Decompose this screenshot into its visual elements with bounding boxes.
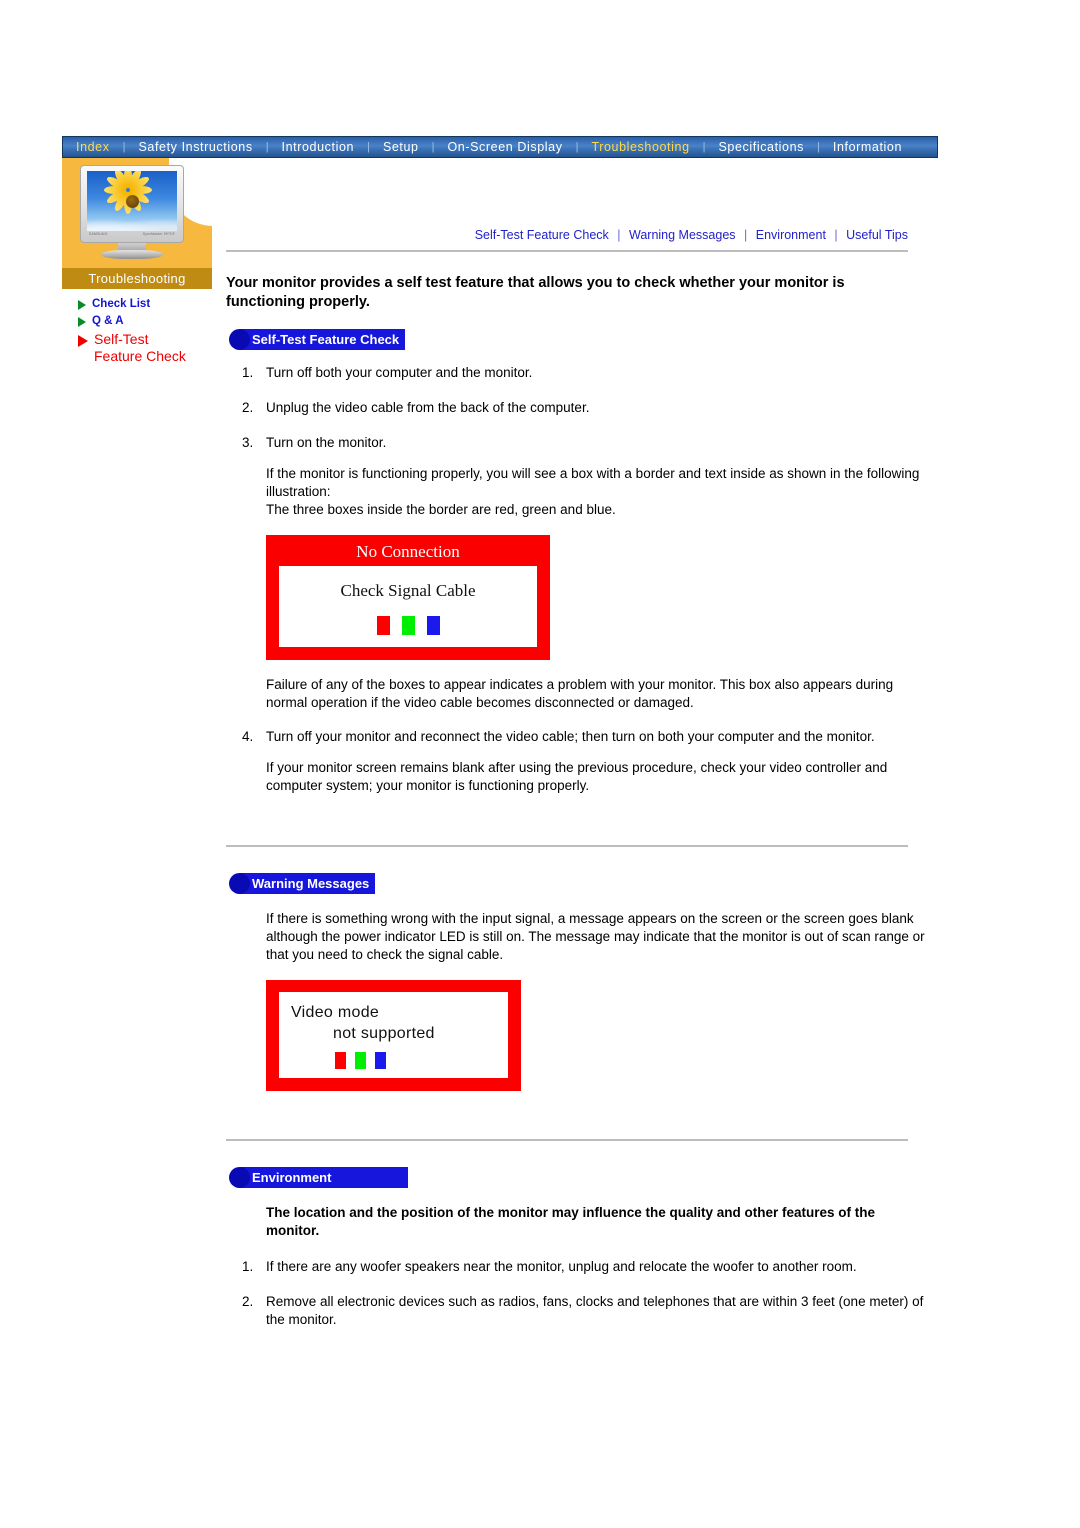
badge-circle-icon [229, 1167, 250, 1188]
list-item: Turn on the monitor. [242, 434, 938, 452]
self-test-step-list-continued: Turn off your monitor and reconnect the … [226, 728, 938, 746]
self-test-step-list: Turn off both your computer and the moni… [226, 364, 938, 452]
badge-bar: Environment [240, 1167, 408, 1188]
nav-item-on-screen-display[interactable]: On-Screen Display [434, 137, 575, 157]
sidebar: SAMSUNG SyncMaster 997DF Troubleshooting… [62, 158, 213, 368]
section-badge-warning-messages: Warning Messages [229, 873, 376, 894]
monitor-thumbnail-icon: SAMSUNG SyncMaster 997DF [80, 165, 184, 261]
sunflower-icon [104, 171, 155, 224]
no-connection-illustration: No Connection Check Signal Cable [266, 535, 550, 660]
rgb-swatch-row [291, 1052, 496, 1069]
sidebar-item-label: Self-Test Feature Check [94, 331, 186, 364]
sidebar-item-label: Q & A [92, 315, 124, 327]
warning-messages-body: If there is something wrong with the inp… [266, 911, 925, 962]
red-swatch [376, 616, 390, 635]
illustration-message: Check Signal Cable [340, 581, 476, 600]
section-badge-self-test-feature-check: Self-Test Feature Check [229, 329, 406, 350]
self-test-after-illustration: Failure of any of the boxes to appear in… [266, 677, 894, 710]
self-test-note-a: If the monitor is functioning properly, … [266, 466, 920, 499]
triangle-bullet-icon [78, 317, 86, 327]
badge-bar: Self-Test Feature Check [240, 329, 406, 350]
nav-item-introduction[interactable]: Introduction [269, 137, 368, 157]
monitor-screen [87, 171, 177, 231]
rgb-swatch-row [289, 616, 527, 635]
environment-item-list: If there are any woofer speakers near th… [226, 1258, 938, 1329]
divider-top [226, 250, 908, 252]
monitor-brand-text: SAMSUNG [89, 232, 108, 236]
list-item: Remove all electronic devices such as ra… [242, 1293, 924, 1327]
list-item: If there are any woofer speakers near th… [242, 1258, 857, 1276]
badge-label: Environment [252, 1170, 332, 1185]
nav-item-specifications[interactable]: Specifications [705, 137, 817, 157]
subnav-link-warning-messages[interactable]: Warning Messages [629, 228, 736, 242]
red-swatch [335, 1052, 346, 1069]
sidebar-thumbnail-panel: SAMSUNG SyncMaster 997DF [62, 158, 213, 268]
illustration-inner-box: Video mode not supported [279, 992, 508, 1078]
sidebar-item-q-and-a[interactable]: Q & A [62, 314, 212, 331]
nav-item-index[interactable]: Index [63, 137, 123, 157]
section-badge-environment: Environment [229, 1167, 408, 1188]
message-line-1: Video mode [291, 1004, 380, 1021]
illustration-message: Video mode not supported [291, 1002, 496, 1044]
sidebar-link-list: Check List Q & A Self-Test Feature Check [62, 289, 212, 368]
badge-label: Warning Messages [252, 876, 370, 891]
self-test-note-b: The three boxes inside the border are re… [266, 502, 616, 517]
subnav-link-useful-tips[interactable]: Useful Tips [846, 228, 908, 242]
sidebar-item-self-test-feature-check[interactable]: Self-Test Feature Check [62, 331, 212, 368]
message-line-2: not supported [333, 1025, 435, 1042]
list-item: Turn off both your computer and the moni… [242, 364, 533, 382]
subnav-separator: | [744, 228, 748, 242]
nav-item-setup[interactable]: Setup [370, 137, 432, 157]
blue-swatch [426, 616, 440, 635]
environment-heading: The location and the position of the mon… [266, 1205, 876, 1238]
badge-label: Self-Test Feature Check [252, 332, 400, 347]
video-mode-illustration: Video mode not supported [266, 980, 521, 1091]
top-navigation-bar: Index | Safety Instructions | Introducti… [62, 136, 938, 158]
illustration-inner-box: Check Signal Cable [279, 566, 537, 647]
triangle-bullet-icon [78, 335, 88, 347]
badge-circle-icon [229, 329, 250, 350]
triangle-bullet-icon [78, 300, 86, 310]
badge-bar: Warning Messages [240, 873, 376, 894]
monitor-model-text: SyncMaster 997DF [142, 232, 175, 236]
subnav-link-self-test-feature-check[interactable]: Self-Test Feature Check [475, 228, 609, 242]
sub-navigation: Self-Test Feature Check | Warning Messag… [226, 158, 938, 242]
nav-item-safety-instructions[interactable]: Safety Instructions [125, 137, 265, 157]
sidebar-section-label: Troubleshooting [62, 268, 212, 289]
monitor-bezel: SAMSUNG SyncMaster 997DF [80, 165, 184, 243]
list-item: Turn off your monitor and reconnect the … [242, 728, 875, 746]
green-swatch [401, 616, 415, 635]
subnav-separator: | [617, 228, 621, 242]
page-lead-heading: Your monitor provides a self test featur… [226, 275, 845, 310]
step-text: Turn on the monitor. [266, 435, 387, 450]
nav-item-information[interactable]: Information [820, 137, 915, 157]
nav-item-troubleshooting[interactable]: Troubleshooting [578, 137, 702, 157]
sidebar-item-check-list[interactable]: Check List [62, 297, 212, 314]
monitor-stand-base [101, 250, 163, 259]
sunflower-center [125, 194, 139, 208]
list-item: Unplug the video cable from the back of … [242, 399, 590, 417]
main-content: Self-Test Feature Check | Warning Messag… [226, 158, 938, 1346]
subnav-link-environment[interactable]: Environment [756, 228, 826, 242]
subnav-separator: | [834, 228, 838, 242]
divider-warning-messages [226, 845, 908, 847]
divider-environment [226, 1139, 908, 1141]
green-swatch [355, 1052, 366, 1069]
self-test-closing: If your monitor screen remains blank aft… [266, 760, 888, 793]
blue-swatch [375, 1052, 386, 1069]
illustration-caption: No Connection [356, 542, 460, 561]
badge-circle-icon [229, 873, 250, 894]
sidebar-item-label: Check List [92, 298, 151, 310]
